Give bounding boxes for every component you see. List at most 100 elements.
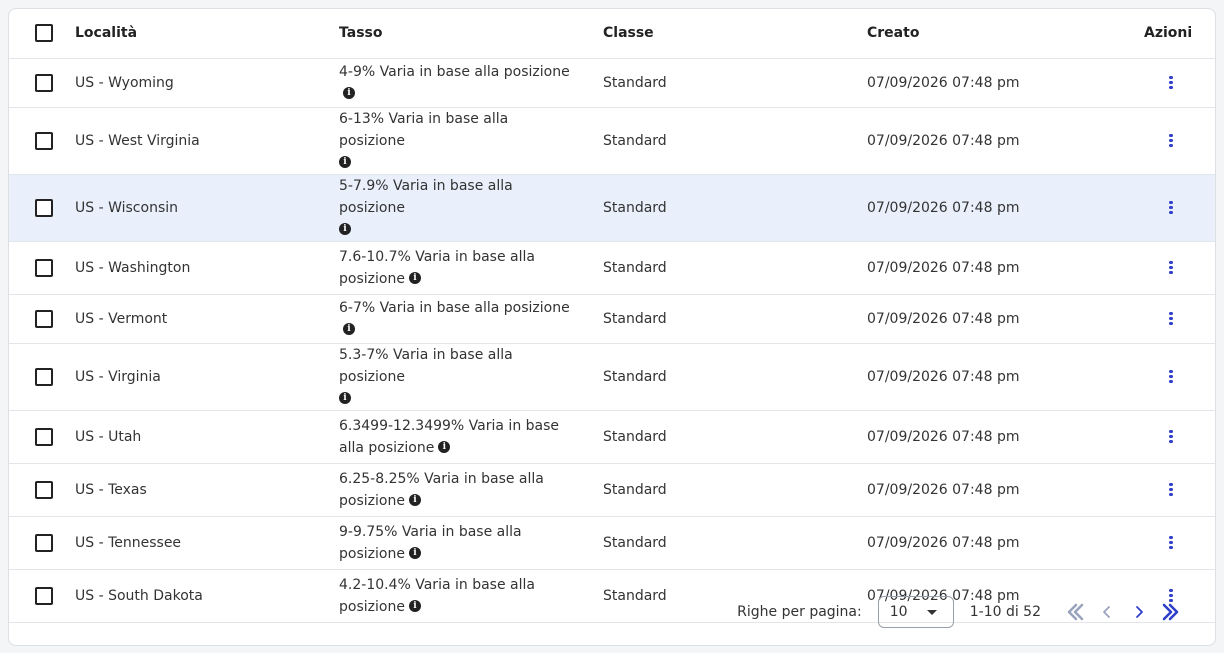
row-rate-text: 7.6-10.7% Varia in base alla posizione: [339, 248, 535, 287]
header-created[interactable]: Creato: [864, 9, 1144, 59]
info-icon[interactable]: i: [343, 322, 355, 335]
row-created: 07/09/2026 07:48 pm: [864, 107, 1144, 175]
row-location: US - West Virginia: [72, 107, 336, 175]
rows-per-page-select[interactable]: 10: [877, 596, 954, 628]
row-rate: 6-13% Varia in base alla posizione i: [336, 107, 600, 175]
first-page-button[interactable]: [1059, 596, 1091, 628]
row-class: Standard: [600, 58, 864, 108]
caret-down-icon: [926, 609, 937, 615]
row-rate: 9-9.75% Varia in base alla posizione i: [336, 516, 600, 570]
table-row[interactable]: US - West Virginia 6-13% Varia in base a…: [9, 107, 1215, 175]
row-rate: 4-9% Varia in base alla posizione i: [336, 58, 600, 108]
row-class: Standard: [600, 174, 864, 242]
kebab-menu-icon[interactable]: [1165, 428, 1177, 446]
row-checkbox[interactable]: [35, 533, 53, 552]
kebab-menu-icon[interactable]: [1165, 310, 1177, 328]
row-checkbox[interactable]: [35, 480, 53, 499]
row-location: US - Vermont: [72, 294, 336, 344]
row-created: 07/09/2026 07:48 pm: [864, 463, 1144, 517]
row-location: US - Virginia: [72, 343, 336, 411]
row-class: Standard: [600, 463, 864, 517]
row-location: US - Washington: [72, 241, 336, 295]
info-icon[interactable]: i: [343, 86, 355, 99]
table-row[interactable]: US - Vermont 6-7% Varia in base alla pos…: [9, 294, 1215, 344]
tax-rates-table-card: Località Tasso Classe Creato Azioni US -…: [8, 8, 1216, 646]
info-icon[interactable]: i: [408, 271, 421, 284]
kebab-menu-icon[interactable]: [1165, 132, 1177, 150]
header-class[interactable]: Classe: [600, 9, 864, 59]
rows-per-page-value: 10: [889, 604, 908, 620]
row-location: US - Tennessee: [72, 516, 336, 570]
kebab-menu-icon[interactable]: [1165, 534, 1177, 552]
info-icon[interactable]: i: [408, 546, 421, 559]
table-header-row: Località Tasso Classe Creato Azioni: [9, 9, 1215, 59]
row-checkbox[interactable]: [35, 131, 53, 150]
row-rate: 5-7.9% Varia in base alla posizione i: [336, 174, 600, 242]
chevron-right-icon: [1136, 606, 1143, 618]
header-actions: Azioni: [1144, 9, 1215, 59]
table-row[interactable]: US - Wyoming 4-9% Varia in base alla pos…: [9, 58, 1215, 108]
row-class: Standard: [600, 343, 864, 411]
row-rate-text: 6-13% Varia in base alla posizione: [339, 110, 509, 149]
kebab-menu-icon[interactable]: [1165, 199, 1177, 217]
kebab-menu-icon[interactable]: [1165, 368, 1177, 386]
next-page-button[interactable]: [1123, 596, 1155, 628]
row-rate: 6-7% Varia in base alla posizione i: [336, 294, 600, 344]
row-location: US - Wyoming: [72, 58, 336, 108]
row-class: Standard: [600, 241, 864, 295]
row-created: 07/09/2026 07:48 pm: [864, 58, 1144, 108]
row-created: 07/09/2026 07:48 pm: [864, 516, 1144, 570]
header-rate[interactable]: Tasso: [336, 9, 600, 59]
row-checkbox[interactable]: [35, 309, 53, 328]
row-rate: 6.25-8.25% Varia in base alla posizione i: [336, 463, 600, 517]
row-checkbox[interactable]: [35, 73, 53, 92]
row-rate-text: 6-7% Varia in base alla posizione: [339, 299, 570, 316]
info-icon[interactable]: i: [438, 440, 451, 453]
row-class: Standard: [600, 410, 864, 464]
row-class: Standard: [600, 516, 864, 570]
select-all-checkbox[interactable]: [35, 24, 53, 43]
row-created: 07/09/2026 07:48 pm: [864, 241, 1144, 295]
row-rate-text: 9-9.75% Varia in base alla posizione: [339, 523, 522, 562]
table-row[interactable]: US - Washington 7.6-10.7% Varia in base …: [9, 241, 1215, 295]
pagination-range: 1-10 di 52: [969, 604, 1041, 620]
row-created: 07/09/2026 07:48 pm: [864, 343, 1144, 411]
row-rate-text: 4-9% Varia in base alla posizione: [339, 63, 570, 80]
table-row[interactable]: US - Tennessee 9-9.75% Varia in base all…: [9, 516, 1215, 570]
row-created: 07/09/2026 07:48 pm: [864, 410, 1144, 464]
info-icon[interactable]: i: [408, 493, 421, 506]
info-icon[interactable]: i: [339, 155, 351, 168]
row-location: US - Texas: [72, 463, 336, 517]
select-all-cell: [9, 9, 72, 59]
row-rate-text: 5-7.9% Varia in base alla posizione: [339, 177, 513, 216]
prev-page-button[interactable]: [1091, 596, 1123, 628]
table-row[interactable]: US - Wisconsin 5-7.9% Varia in base alla…: [9, 174, 1215, 242]
chevron-left-icon: [1103, 606, 1110, 618]
row-rate: 5.3-7% Varia in base alla posizione i: [336, 343, 600, 411]
info-icon[interactable]: i: [339, 391, 351, 404]
table-row[interactable]: US - Texas 6.25-8.25% Varia in base alla…: [9, 463, 1215, 517]
row-created: 07/09/2026 07:48 pm: [864, 294, 1144, 344]
row-checkbox[interactable]: [35, 367, 53, 386]
header-location[interactable]: Località: [72, 9, 336, 59]
rows-per-page-label: Righe per pagina:: [737, 604, 862, 620]
pagination-bar: Righe per pagina: 10 1-10 di 52: [9, 579, 1215, 645]
table-row[interactable]: US - Utah 6.3499-12.3499% Varia in base …: [9, 410, 1215, 464]
tax-rates-table: Località Tasso Classe Creato Azioni US -…: [9, 9, 1215, 623]
row-location: US - Wisconsin: [72, 174, 336, 242]
kebab-menu-icon[interactable]: [1165, 74, 1177, 92]
table-row[interactable]: US - Virginia 5.3-7% Varia in base alla …: [9, 343, 1215, 411]
row-rate-text: 6.25-8.25% Varia in base alla posizione: [339, 470, 544, 509]
info-icon[interactable]: i: [339, 222, 351, 235]
kebab-menu-icon[interactable]: [1165, 481, 1177, 499]
row-class: Standard: [600, 107, 864, 175]
kebab-menu-icon[interactable]: [1165, 259, 1177, 277]
row-rate: 7.6-10.7% Varia in base alla posizione i: [336, 241, 600, 295]
double-chevron-left-icon: [1067, 603, 1084, 621]
row-checkbox[interactable]: [35, 198, 53, 217]
row-class: Standard: [600, 294, 864, 344]
row-created: 07/09/2026 07:48 pm: [864, 174, 1144, 242]
last-page-button[interactable]: [1155, 596, 1187, 628]
row-checkbox[interactable]: [35, 427, 53, 446]
row-checkbox[interactable]: [35, 258, 53, 277]
